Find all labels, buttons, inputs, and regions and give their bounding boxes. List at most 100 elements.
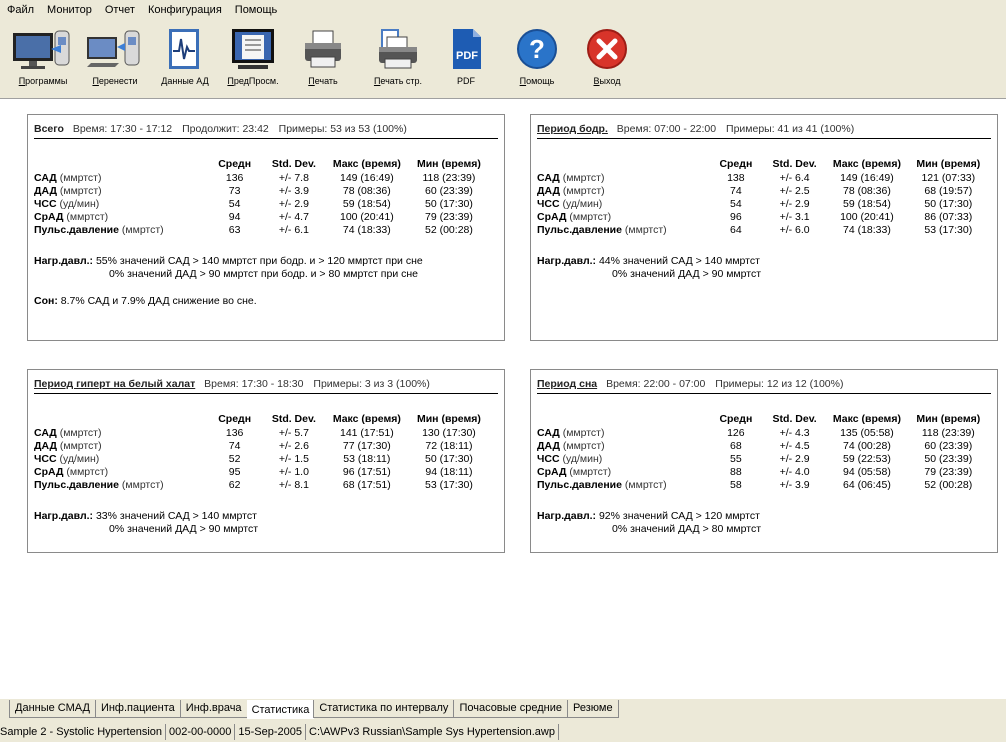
load-text-2: 0% значений ДАД > 90 ммртст [612,268,762,280]
param-cell: СрАД (ммртст) [34,465,207,478]
load-label: Нагр.давл.: [34,510,94,522]
mean-cell: 96 [730,210,742,223]
column-header-param [537,157,709,171]
help-button[interactable]: ? Помощь [512,26,562,92]
min-cell: 52 (00:28) [425,223,473,236]
load-label: Нагр.давл.: [34,255,94,267]
menu-configuration[interactable]: Конфигурация [141,4,228,16]
param-cell: САД (ммртст) [34,426,207,439]
column-header-param [34,157,207,171]
param-unit: (уд/мин) [59,197,100,210]
tab-hourly-averages[interactable]: Почасовые средние [453,700,568,718]
monitor-device-icon [11,26,75,72]
load-text-2: 0% значений ДАД > 80 ммртст [612,523,762,535]
max-cell: 149 (16:49) [339,171,394,184]
min-cell: 50 (23:39) [924,452,973,465]
std-cell: +/- 4.5 [779,439,810,452]
preview-label: ПредПросм. [227,76,279,86]
stats-header-row: Средн Std. Dev. Макс (время) Мин (время) [537,412,989,426]
param-unit: (ммртст) [59,171,102,184]
min-cell: 60 (23:39) [425,184,473,197]
param-unit: (ммртст) [59,439,102,452]
tab-statistics[interactable]: Статистика [246,700,315,719]
menu-monitor[interactable]: Монитор [40,4,98,16]
column-header-max: Макс (время) [332,158,401,170]
table-row: СрАД (ммртст) 96 +/- 3.1 100 (20:41) 86 (07:… [537,210,989,223]
load-text-2: 0% значений ДАД > 90 ммртст при бодр. и … [109,268,418,280]
bp-data-button[interactable]: Данные АД [156,26,214,92]
min-cell: 68 (19:57) [924,184,973,197]
table-row: ЧСС (уд/мин) 54 +/- 2.9 59 (18:54) 50 (17:30… [537,197,989,210]
panel-total: Всего Время: 17:30 - 17:12 Продолжит: 23… [27,114,505,341]
exit-label: Выход [593,76,621,86]
param-name: ДАД [34,184,57,197]
tab-interval-statistics[interactable]: Статистика по интервалу [313,700,455,718]
table-row: ДАД (ммртст) 68 +/- 4.5 74 (00:28) 60 (23:39… [537,439,989,452]
mean-cell: 95 [228,465,241,478]
menu-file[interactable]: Файл [0,4,40,16]
bp-data-icon [165,26,205,72]
table-row: САД (ммртст) 136 +/- 7.8 149 (16:49) 118 (23… [34,171,490,184]
mean-cell: 136 [225,171,244,184]
table-row: ЧСС (уд/мин) 55 +/- 2.9 59 (22:53) 50 (23:39… [537,452,989,465]
panel-samples: Примеры: 41 из 41 (100%) [726,123,855,135]
max-cell: 64 (06:45) [842,478,891,491]
panel-time: Время: 17:30 - 17:12 [72,123,173,135]
min-cell: 52 (00:28) [924,478,973,491]
menu-help[interactable]: Помощь [228,4,284,16]
mean-cell: 74 [228,439,241,452]
param-unit: (ммртст) [66,465,109,478]
param-cell: Пульс.давление (ммртст) [34,478,207,491]
print-page-button[interactable]: Печать стр. [366,26,430,92]
panel-title: Период бодр. [537,123,608,135]
mean-cell: 55 [730,452,742,465]
table-row: Пульс.давление (ммртст) 63 +/- 6.1 74 (18:3… [34,223,490,236]
table-row: САД (ммртст) 126 +/- 4.3 135 (05:58) 118 (23… [537,426,989,439]
param-cell: САД (ммртст) [537,171,709,184]
min-cell: 50 (17:30) [425,197,473,210]
min-cell: 72 (18:11) [425,439,473,452]
param-cell: ЧСС (уд/мин) [34,197,207,210]
preview-icon [228,26,278,72]
transfer-button[interactable]: Перенести [84,26,146,92]
stats-header-row: Средн Std. Dev. Макс (время) Мин (время) [537,157,989,171]
exit-button[interactable]: Выход [582,26,632,92]
pdf-icon: PDF [449,26,483,72]
programs-button[interactable]: Программы [8,26,78,92]
mean-cell: 54 [228,197,241,210]
panel-title: Период гиперт на белый халат [34,378,196,390]
std-cell: +/- 3.9 [278,184,309,197]
preview-button[interactable]: ПредПросм. [224,26,282,92]
mean-cell: 64 [730,223,742,236]
mean-cell: 73 [228,184,241,197]
column-header-std: Std. Dev. [271,158,316,170]
menu-report[interactable]: Отчет [98,4,141,16]
max-cell: 74 (18:33) [842,223,891,236]
tab-summary[interactable]: Резюме [566,700,619,718]
param-unit: (ммртст) [121,478,164,491]
help-label: Помощь [519,76,555,86]
panel-awake: Период бодр. Время: 07:00 - 22:00 Пример… [530,114,998,341]
print-button[interactable]: Печать [298,26,348,92]
tab-patient-info[interactable]: Инф.пациента [94,700,181,718]
std-cell: +/- 2.9 [278,197,309,210]
max-cell: 74 (18:33) [342,223,391,236]
stats-table: Средн Std. Dev. Макс (время) Мин (время) САД… [34,157,490,236]
param-cell: СрАД (ммртст) [34,210,207,223]
table-row: САД (ммртст) 136 +/- 5.7 141 (17:51) 130 (17… [34,426,490,439]
pdf-label: PDF [457,76,475,86]
panel-header: Период сна Время: 22:00 - 07:00 Примеры:… [537,378,991,394]
param-cell: САД (ммртст) [34,171,207,184]
panel-time: Время: 22:00 - 07:00 [606,378,706,390]
tab-abpm-data[interactable]: Данные СМАД [9,700,96,718]
tab-doctor-info[interactable]: Инф.врача [179,700,248,718]
param-name: САД [34,426,57,439]
close-icon [585,26,629,72]
param-cell: ЧСС (уд/мин) [537,197,709,210]
pdf-button[interactable]: PDF PDF [446,26,486,92]
stats-table: Средн Std. Dev. Макс (время) Мин (время) САД… [34,412,490,491]
load-text-2: 0% значений ДАД > 90 ммртст [109,523,259,535]
max-cell: 59 (18:54) [842,197,891,210]
load-note: Нагр.давл.: 44% значений САД > 140 ммртс… [537,255,761,281]
param-name: ЧСС [537,197,560,210]
